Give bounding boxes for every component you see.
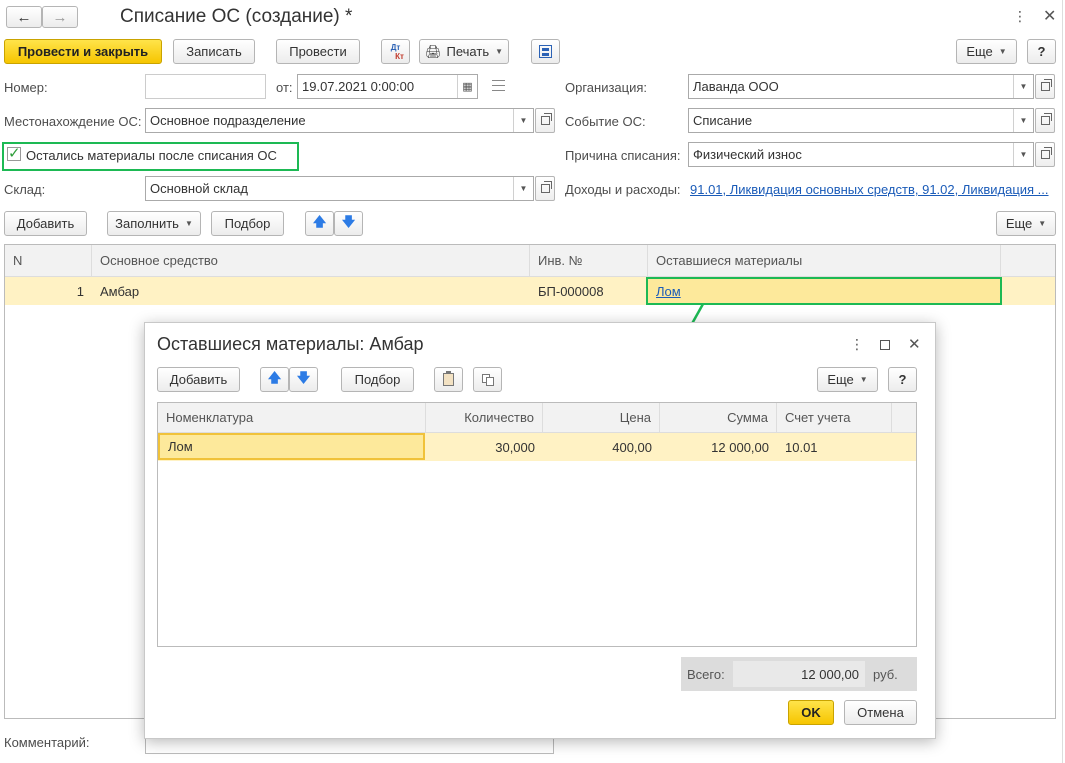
total-currency: руб. [873, 667, 898, 682]
materials-dialog: Оставшиеся материалы: Амбар ⋮ ✕ Добавить… [144, 322, 936, 739]
clipboard-icon [443, 371, 454, 386]
arrow-up-icon: 🡅 [267, 369, 282, 385]
column-sum[interactable]: Сумма [660, 403, 777, 432]
arrow-down-icon: 🡇 [296, 369, 311, 385]
maximize-icon[interactable] [880, 340, 890, 350]
materials-table[interactable]: Номенклатура Количество Цена Сумма Счет … [157, 402, 917, 647]
total-panel: Всего: 12 000,00 руб. [681, 657, 917, 691]
dialog-move-up-button[interactable]: 🡅 [260, 367, 289, 392]
total-value: 12 000,00 [801, 666, 859, 682]
caret-down-icon: ▼ [859, 375, 868, 384]
column-account[interactable]: Счет учета [777, 403, 892, 432]
column-price[interactable]: Цена [543, 403, 660, 432]
dialog-copy-button[interactable] [473, 367, 502, 392]
dialog-title: Оставшиеся материалы: Амбар [157, 334, 424, 354]
copy-icon [481, 373, 494, 386]
dialog-add-button[interactable]: Добавить [157, 367, 240, 392]
dialog-more-button[interactable]: Еще ▼ [817, 367, 878, 392]
total-label: Всего: [687, 667, 725, 682]
dialog-move-down-button[interactable]: 🡇 [289, 367, 318, 392]
ok-button[interactable]: OK [788, 700, 834, 725]
dialog-more-icon[interactable]: ⋮ [850, 336, 864, 353]
qty-cell: 30,000 [495, 439, 535, 455]
table-row[interactable]: Лом 30,000 400,00 12 000,00 10.01 [158, 433, 916, 461]
account-cell: 10.01 [785, 439, 818, 455]
total-value-box: 12 000,00 [733, 661, 865, 687]
column-item[interactable]: Номенклатура [158, 403, 426, 432]
item-cell[interactable]: Лом [158, 433, 425, 460]
sum-cell: 12 000,00 [711, 439, 769, 455]
cancel-button[interactable]: Отмена [844, 700, 917, 725]
dialog-help-button[interactable]: ? [888, 367, 917, 392]
column-qty[interactable]: Количество [426, 403, 543, 432]
price-cell: 400,00 [612, 439, 652, 455]
dialog-select-button[interactable]: Подбор [341, 367, 414, 392]
materials-table-header: Номенклатура Количество Цена Сумма Счет … [158, 403, 916, 433]
dialog-paste-button[interactable] [434, 367, 463, 392]
window-border [1062, 0, 1063, 763]
dialog-close-icon[interactable]: ✕ [908, 335, 921, 353]
